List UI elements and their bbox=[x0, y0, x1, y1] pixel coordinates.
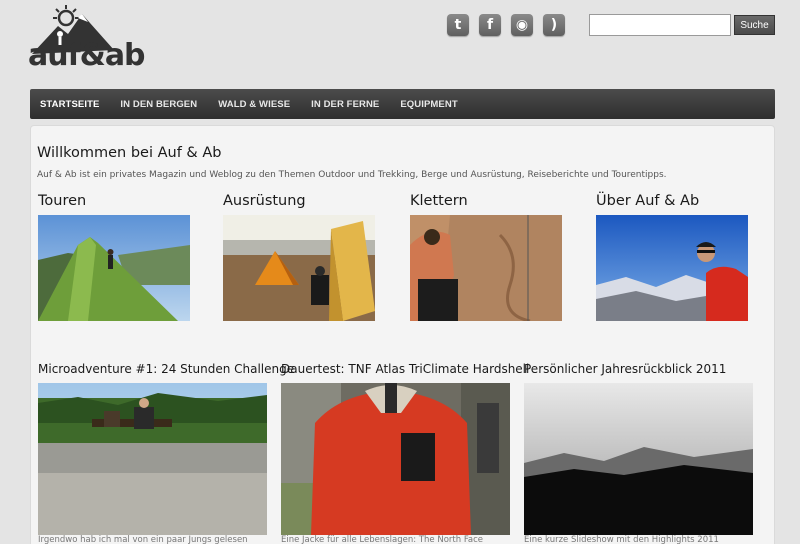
category-title-touren[interactable]: Touren bbox=[38, 193, 86, 209]
nav-item-startseite[interactable]: STARTSEITE bbox=[40, 99, 99, 110]
facebook-icon[interactable]: f bbox=[479, 14, 501, 36]
post-title-jahresrueckblick[interactable]: Persönlicher Jahresrückblick 2011 bbox=[524, 362, 726, 376]
social-links: t f ◉ ) bbox=[447, 14, 565, 36]
category-title-klettern[interactable]: Klettern bbox=[410, 193, 468, 209]
podcast-icon[interactable]: ◉ bbox=[511, 14, 533, 36]
nav-item-wald-wiese[interactable]: WALD & WIESE bbox=[218, 99, 290, 110]
category-image-ueber[interactable] bbox=[596, 215, 748, 321]
nav-item-in-den-bergen[interactable]: IN DEN BERGEN bbox=[120, 99, 197, 110]
logo-text: auf&ab bbox=[28, 38, 146, 73]
category-image-klettern[interactable] bbox=[410, 215, 562, 321]
post-excerpt-microadventure: Irgendwo hab ich mal von ein paar Jungs … bbox=[38, 535, 248, 544]
post-image-jahresrueckblick[interactable] bbox=[524, 383, 753, 535]
nav-item-equipment[interactable]: EQUIPMENT bbox=[400, 99, 457, 110]
category-image-touren[interactable] bbox=[38, 215, 190, 321]
search-box bbox=[589, 14, 738, 36]
page-title: Willkommen bei Auf & Ab bbox=[37, 145, 222, 161]
post-excerpt-jahresrueckblick: Eine kurze Slideshow mit den Highlights … bbox=[524, 535, 719, 544]
category-title-ueber[interactable]: Über Auf & Ab bbox=[596, 193, 699, 209]
category-image-ausruestung[interactable] bbox=[223, 215, 375, 321]
nav-item-in-der-ferne[interactable]: IN DER FERNE bbox=[311, 99, 379, 110]
main-nav: STARTSEITE IN DEN BERGEN WALD & WIESE IN… bbox=[30, 89, 775, 119]
rss-icon[interactable]: ) bbox=[543, 14, 565, 36]
search-input[interactable] bbox=[593, 16, 738, 34]
category-title-ausruestung[interactable]: Ausrüstung bbox=[223, 193, 306, 209]
post-title-microadventure[interactable]: Microadventure #1: 24 Stunden Challenge bbox=[38, 362, 294, 376]
site-logo[interactable]: auf&ab bbox=[28, 4, 146, 73]
post-image-microadventure[interactable] bbox=[38, 383, 267, 535]
post-title-tnf-atlas[interactable]: Dauertest: TNF Atlas TriClimate Hardshel… bbox=[281, 362, 529, 376]
intro-text: Auf & Ab ist ein privates Magazin und We… bbox=[37, 170, 667, 180]
sun-icon bbox=[53, 5, 79, 27]
twitter-icon[interactable]: t bbox=[447, 14, 469, 36]
search-button[interactable]: Suche bbox=[734, 15, 775, 35]
post-excerpt-tnf-atlas: Eine Jacke für alle Lebenslagen: The Nor… bbox=[281, 535, 484, 544]
post-image-tnf-atlas[interactable] bbox=[281, 383, 510, 535]
